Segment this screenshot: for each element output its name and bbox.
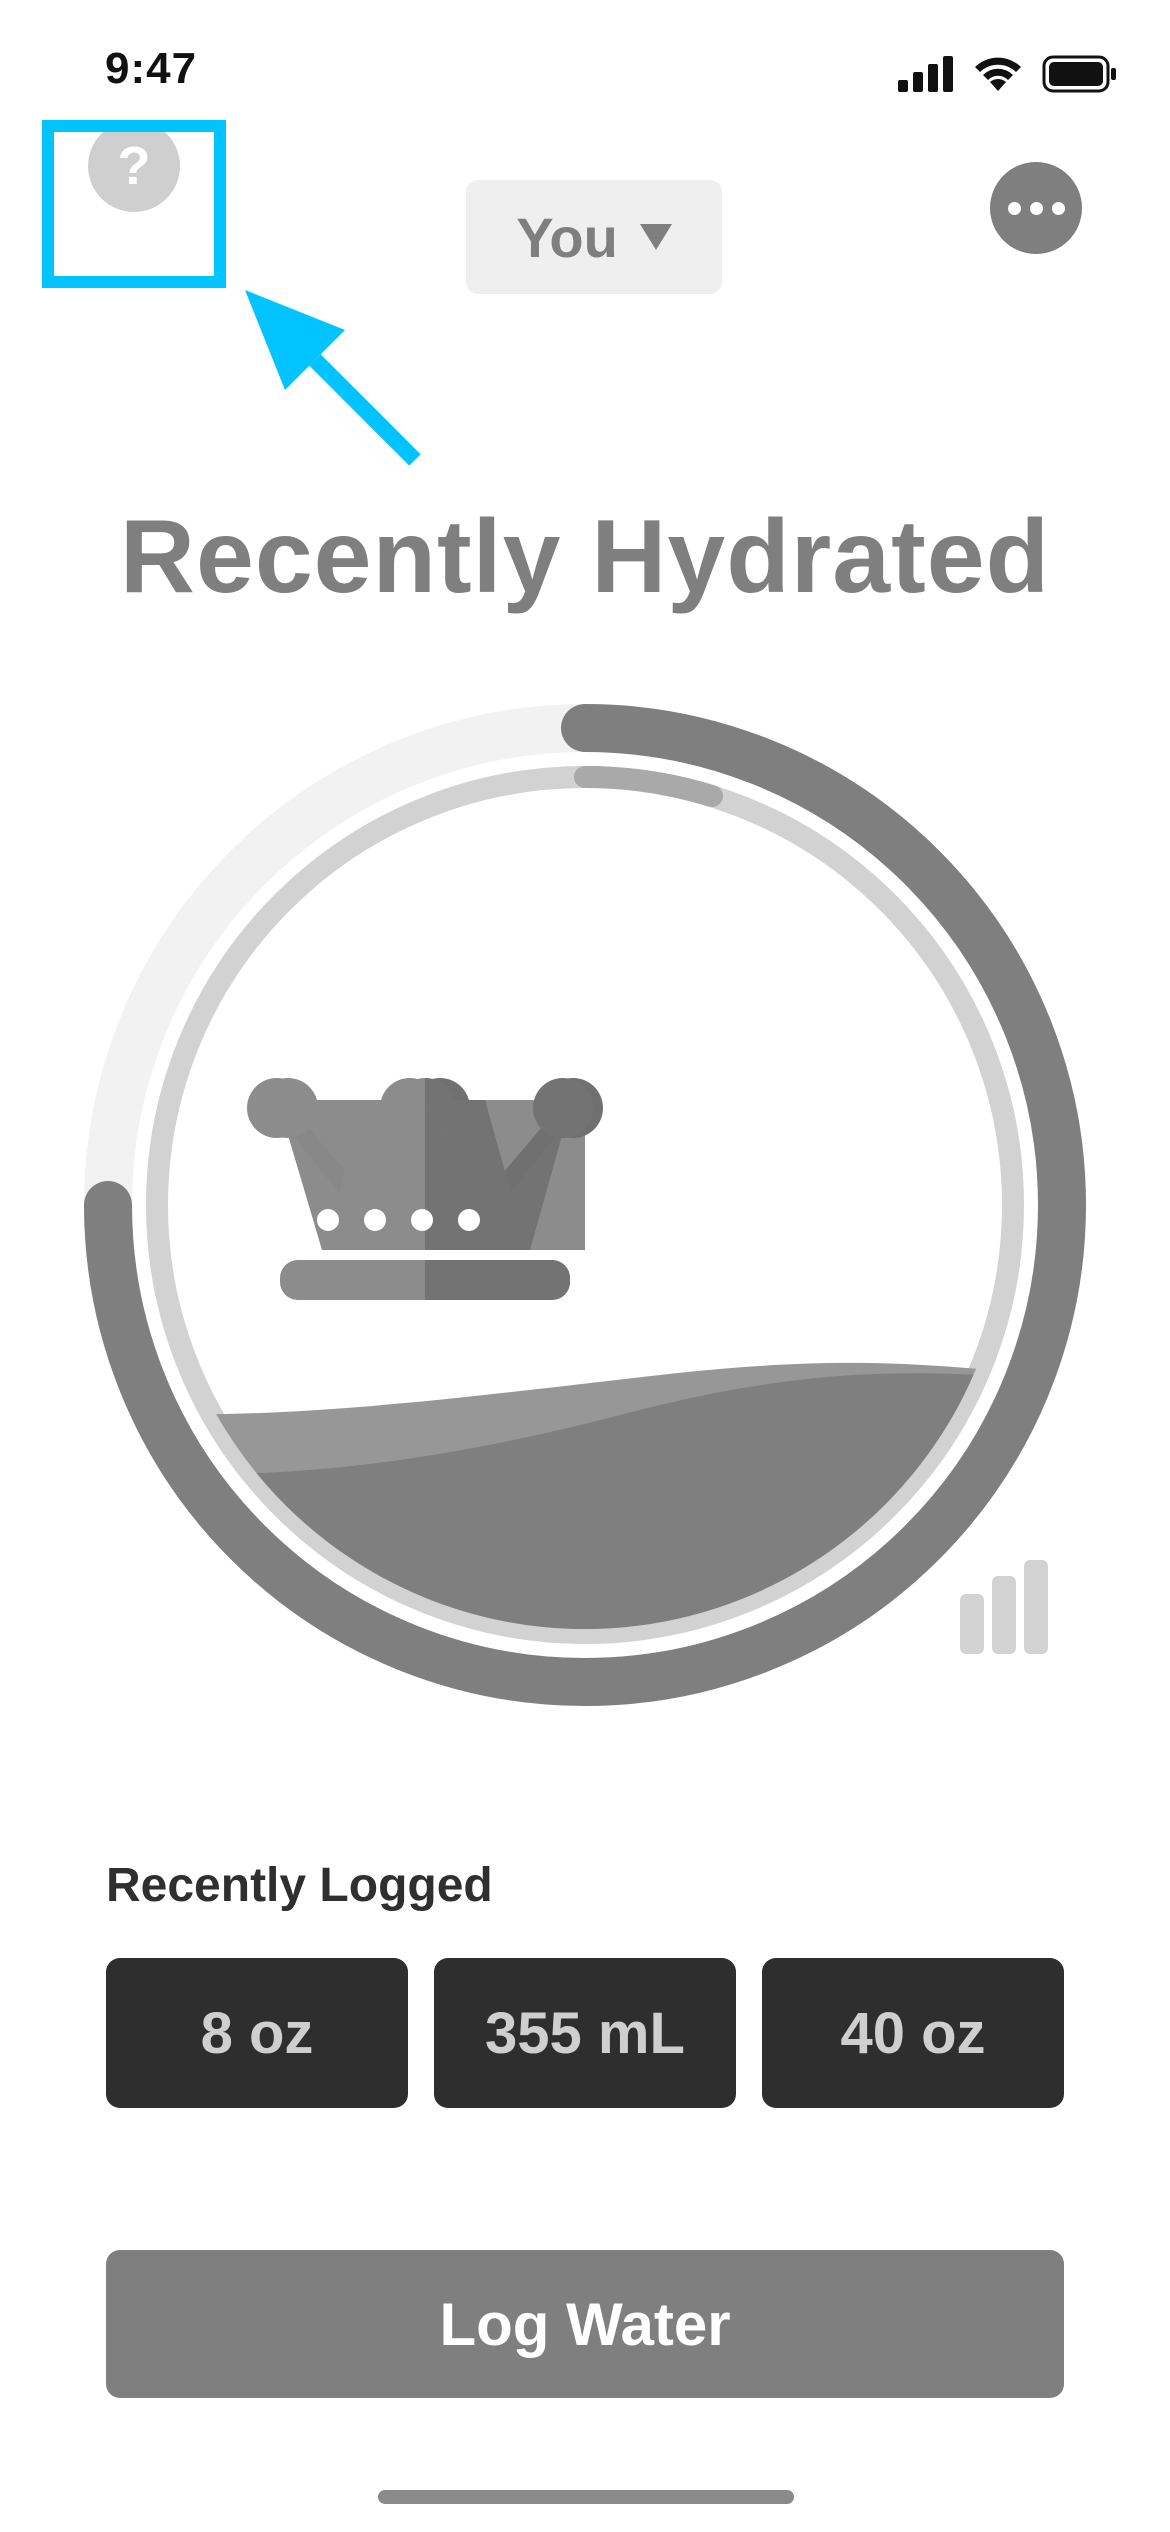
dot-icon (1029, 201, 1043, 215)
status-icons (898, 50, 1118, 98)
quick-log-button-355ml[interactable]: 355 mL (434, 1958, 736, 2108)
quick-log-button-8oz[interactable]: 8 oz (106, 1958, 408, 2108)
inner-ring-progress (574, 765, 723, 807)
hydration-progress-ring (84, 704, 1086, 1706)
user-select-label: You (516, 205, 618, 269)
user-select-dropdown[interactable]: You (466, 180, 722, 294)
dot-icon (1007, 201, 1021, 215)
crown-icon (247, 1078, 603, 1300)
pointer-arrow-icon (245, 290, 421, 466)
more-options-button[interactable] (990, 162, 1082, 254)
home-indicator[interactable] (378, 2490, 794, 2504)
hydration-status-title: Recently Hydrated (119, 499, 1051, 615)
cellular-signal-icon (898, 56, 953, 92)
stats-bar-chart-icon[interactable] (958, 1560, 1050, 1656)
recently-logged-label: Recently Logged (106, 1859, 493, 1912)
wifi-icon (975, 57, 1021, 91)
status-time: 9:47 (105, 44, 198, 93)
battery-icon (1042, 55, 1116, 93)
help-highlight-box (42, 120, 226, 288)
log-water-button[interactable]: Log Water (106, 2250, 1064, 2398)
triangle-down-icon (639, 224, 672, 250)
dot-icon (1051, 201, 1065, 215)
quick-log-button-40oz[interactable]: 40 oz (762, 1958, 1064, 2108)
